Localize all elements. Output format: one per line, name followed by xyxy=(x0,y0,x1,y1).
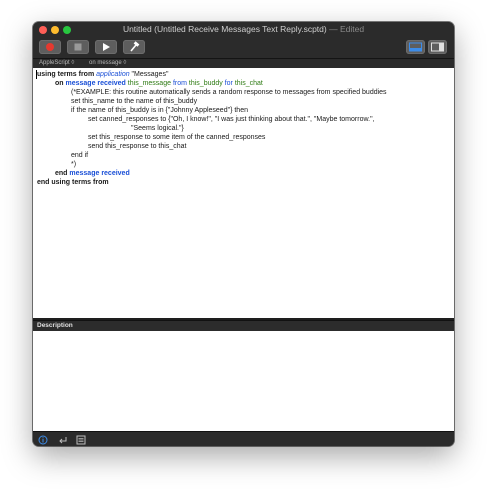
log-view-icon xyxy=(409,42,422,52)
script-line-12: end message received xyxy=(55,170,130,177)
description-header: Description xyxy=(33,320,454,331)
record-button[interactable] xyxy=(39,40,61,54)
toggle-log-button[interactable] xyxy=(406,40,425,54)
script-line-13: end using terms from xyxy=(37,179,109,186)
list-icon[interactable] xyxy=(76,435,86,445)
script-line-7: "Seems logical."} xyxy=(131,125,184,132)
run-button[interactable] xyxy=(95,40,117,54)
info-icon[interactable] xyxy=(38,435,48,445)
run-icon xyxy=(103,43,110,51)
stop-icon xyxy=(74,43,82,51)
script-line-3: (*EXAMPLE: this routine automatically se… xyxy=(71,89,387,96)
stop-button[interactable] xyxy=(67,40,89,54)
script-line-8: set this_response to some item of the ca… xyxy=(88,134,266,141)
title-bar[interactable]: Untitled (Untitled Receive Messages Text… xyxy=(33,22,454,38)
window-title: Untitled (Untitled Receive Messages Text… xyxy=(122,24,365,34)
handler-selector[interactable]: on message ◊ xyxy=(89,59,126,68)
script-line-6: set canned_responses to {"Oh, I know!", … xyxy=(88,116,375,123)
script-editor[interactable]: using terms from application "Messages" … xyxy=(33,68,454,318)
sidebar-icon xyxy=(431,42,444,52)
record-icon xyxy=(46,43,54,51)
script-line-9: send this_response to this_chat xyxy=(88,143,187,150)
edited-indicator: — Edited xyxy=(326,24,365,34)
script-line-5: if the name of this_buddy is in {"Johnny… xyxy=(71,107,248,114)
script-line-11: *) xyxy=(71,161,77,168)
script-line-10: end if xyxy=(71,152,89,159)
description-title: Description xyxy=(37,322,73,329)
compile-button[interactable] xyxy=(123,40,145,54)
description-field[interactable] xyxy=(33,331,454,431)
toolbar xyxy=(33,38,454,58)
hammer-icon xyxy=(130,41,140,52)
language-selector[interactable]: AppleScript ◊ xyxy=(39,59,74,68)
navigation-bar: AppleScript ◊ on message ◊ xyxy=(33,58,454,68)
script-line-1: using terms from application "Messages" xyxy=(37,71,169,78)
return-icon[interactable] xyxy=(58,435,68,445)
bottom-bar xyxy=(33,431,454,446)
script-line-4: set this_name to the name of this_buddy xyxy=(71,98,198,105)
script-line-2: on message received this_message from th… xyxy=(55,80,263,87)
script-editor-window: Untitled (Untitled Receive Messages Text… xyxy=(33,22,454,446)
toggle-sidebar-button[interactable] xyxy=(428,40,447,54)
